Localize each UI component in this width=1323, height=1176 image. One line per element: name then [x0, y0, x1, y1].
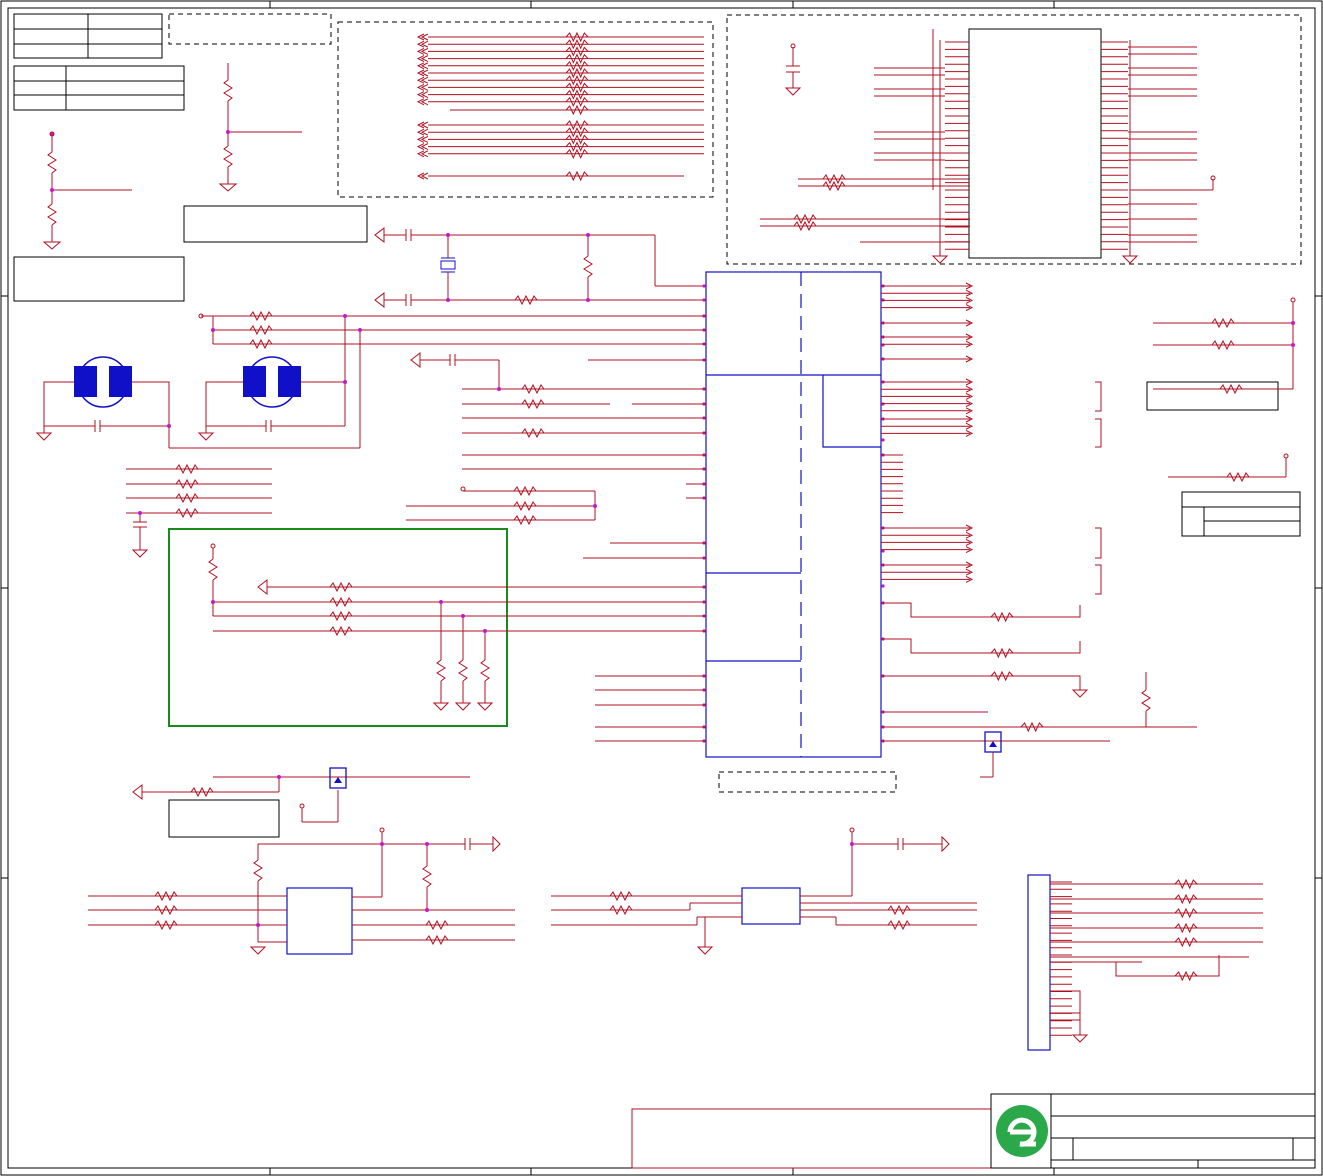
coil-right [168, 310, 706, 449]
mosfet-left [132, 767, 470, 838]
mcu-note-box [718, 771, 897, 793]
coil-left [35, 356, 170, 441]
interface-ic-left [88, 832, 515, 955]
mosfet-right [980, 731, 1002, 778]
bus-bracket [1095, 381, 1102, 412]
company-logo-icon [996, 1105, 1048, 1157]
pin-dot [881, 584, 885, 588]
bus-bracket [1095, 564, 1102, 595]
voltage-divider-right [218, 63, 302, 192]
note-box-2 [13, 256, 185, 302]
schematic-sheet [0, 0, 1323, 1176]
mcu-left-signals [126, 351, 706, 742]
interface-ic-center [551, 832, 977, 955]
net-wire [1115, 955, 1220, 977]
mcu-right-signals [881, 282, 1197, 742]
net-wire [881, 675, 1081, 690]
ground [1071, 1034, 1089, 1043]
pin-dot [881, 438, 885, 442]
highlighted-subcircuit [168, 528, 706, 727]
pin-dot [702, 284, 706, 288]
crystal-circuit [374, 226, 706, 309]
resistor-bank-block [337, 21, 714, 198]
bus-bracket [1095, 418, 1102, 448]
bus-bracket [1095, 527, 1102, 559]
title-block [631, 1093, 1316, 1169]
right-side-notes [1146, 302, 1301, 537]
net-wire [881, 638, 1081, 654]
revision-table [13, 13, 332, 111]
header-connector [1027, 874, 1263, 1051]
main-mcu [702, 271, 885, 758]
sheet-frame [0, 0, 1323, 1176]
voltage-divider-left [42, 136, 132, 250]
note-box-1 [183, 205, 368, 243]
pin-dot [702, 298, 706, 302]
net-wire [881, 602, 1081, 618]
resistor [1141, 689, 1151, 712]
memory-ic-block [726, 14, 1302, 265]
ground [1071, 689, 1089, 698]
